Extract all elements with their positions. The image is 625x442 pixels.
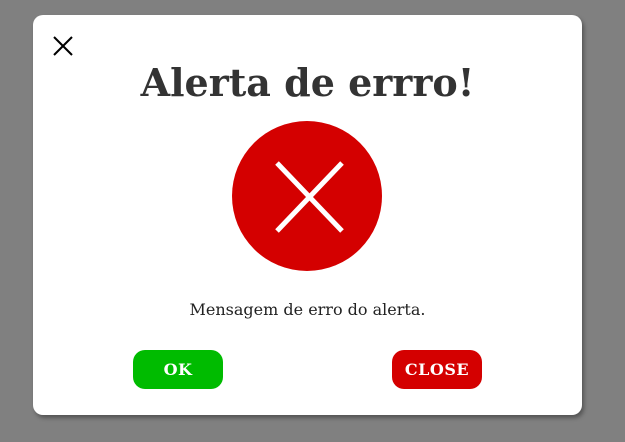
close-icon[interactable] (52, 35, 74, 57)
dialog-title: Alerta de errro! (140, 60, 475, 105)
error-alert-dialog: Alerta de errro! Mensagem de erro do ale… (33, 15, 582, 415)
close-button[interactable]: CLOSE (392, 350, 482, 389)
dialog-message: Mensagem de erro do alerta. (189, 300, 426, 319)
ok-button[interactable]: OK (133, 350, 223, 389)
error-x-icon (232, 121, 382, 271)
